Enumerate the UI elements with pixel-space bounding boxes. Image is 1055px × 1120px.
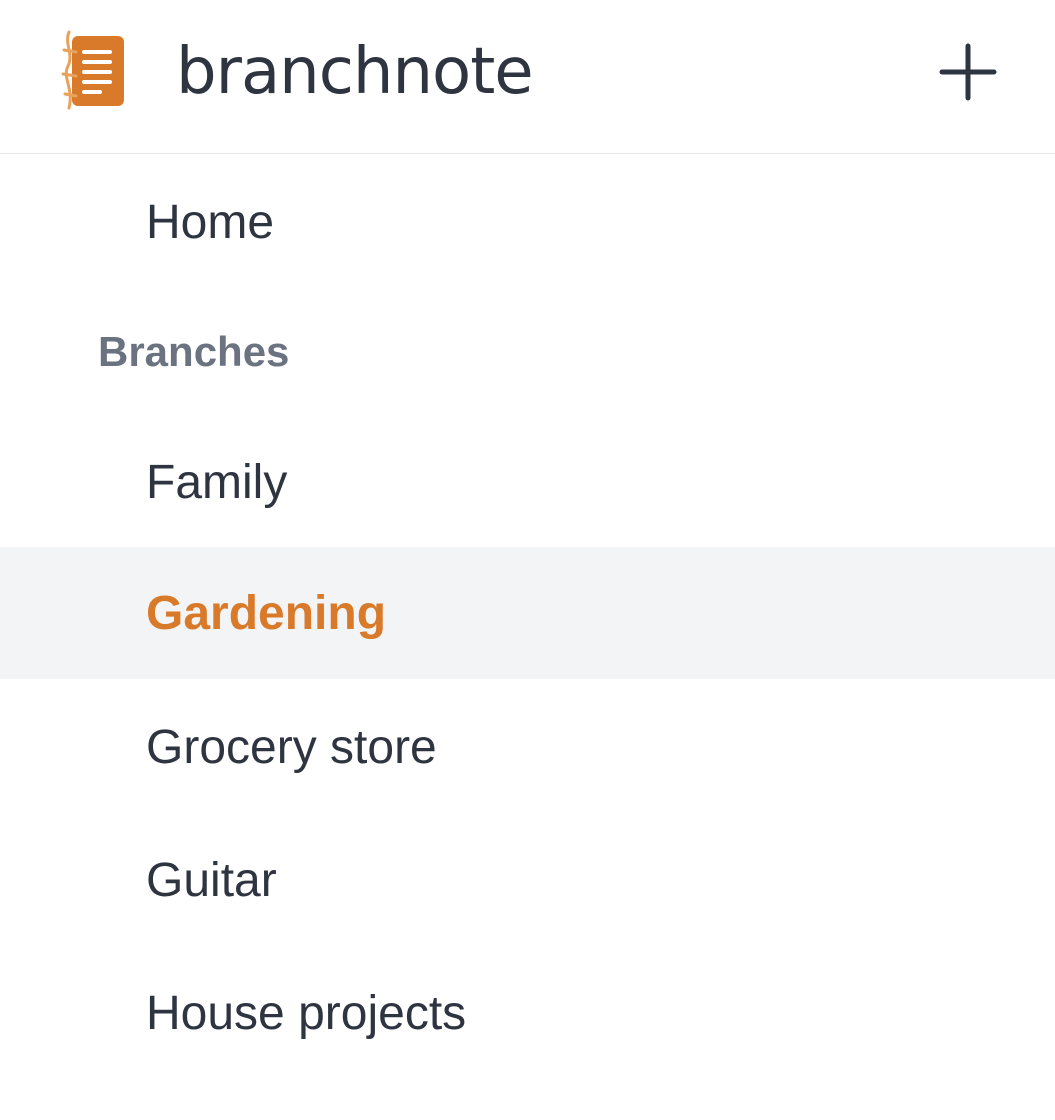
sidebar-item-gardening[interactable]: Gardening [0,547,1055,679]
app-root: branchnote Home Branches Family Gardenin… [0,0,1055,1120]
sidebar-item-guitar[interactable]: Guitar [0,814,1055,946]
sidebar-item-family[interactable]: Family [0,416,1055,548]
nav-item-label: Home [146,195,275,249]
add-branch-button[interactable] [936,40,1000,104]
sidebar-item-grocery-store[interactable]: Grocery store [0,681,1055,813]
nav-item-label: House projects [146,986,467,1040]
nav-item-label: Grocery store [146,720,437,774]
brand-name: branchnote [176,35,534,109]
section-label-branches: Branches [98,328,290,375]
plus-icon [939,43,997,101]
nav-item-label: Guitar [146,853,277,907]
nav-item-label: Family [146,455,288,509]
nav-item-label: Gardening [146,586,387,640]
sidebar-item-house-projects[interactable]: House projects [0,947,1055,1079]
app-header: branchnote [0,0,1055,154]
nav-item-home[interactable]: Home [0,156,1055,288]
notebook-icon [60,30,126,110]
